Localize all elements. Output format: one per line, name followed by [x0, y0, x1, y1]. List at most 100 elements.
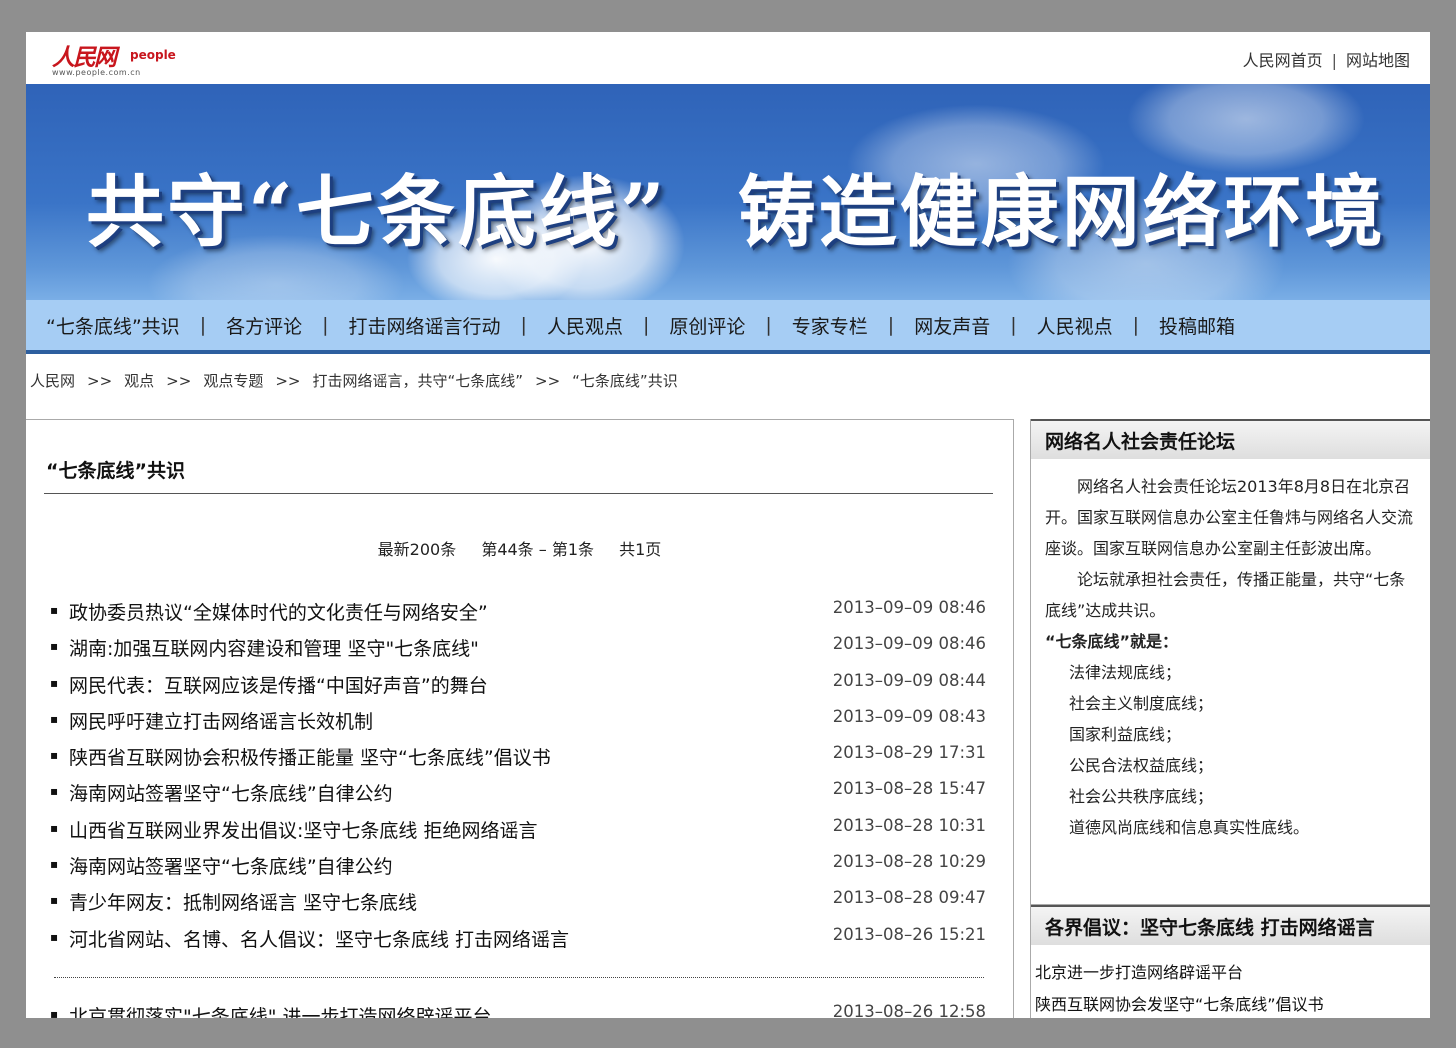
list-item: ▪ 网民呼吁建立打击网络谣言长效机制 2013–09–09 08:43	[50, 707, 986, 743]
breadcrumb-separator: >>	[166, 372, 192, 390]
breadcrumb-item[interactable]: 观点专题	[203, 372, 263, 390]
article-date: 2013–08–26 12:58	[832, 1002, 986, 1018]
article-link[interactable]: 北京贯彻落实"七条底线" 进一步打造网络辟谣平台	[69, 1002, 492, 1018]
nav-separator: |	[199, 314, 207, 336]
bullet-icon: ▪	[50, 929, 59, 944]
bullet-icon: ▪	[50, 639, 59, 654]
article-date: 2013–09–09 08:46	[832, 634, 986, 654]
nav-item-submit[interactable]: 投稿邮箱	[1159, 312, 1235, 339]
article-date: 2013–08–28 09:47	[832, 888, 986, 908]
logo-people-text: people	[130, 48, 176, 62]
forum-box-header: 网络名人社会责任论坛	[1031, 419, 1430, 459]
article-link[interactable]: 海南网站签署坚守“七条底线”自律公约	[69, 852, 393, 879]
article-link[interactable]: 湖南:加强互联网内容建设和管理 坚守"七条底线"	[69, 634, 479, 661]
nav-separator: |	[322, 314, 329, 336]
nav-item-consensus[interactable]: “七条底线”共识	[46, 312, 180, 339]
nav-item-comments[interactable]: 各方评论	[226, 312, 302, 339]
dotted-divider	[54, 977, 984, 978]
breadcrumb-item[interactable]: 观点	[124, 372, 154, 390]
sidebar: 网络名人社会责任论坛 网络名人社会责任论坛2013年8月8日在北京召开。国家互联…	[1030, 419, 1430, 1018]
nav-separator: |	[887, 314, 895, 336]
article-link[interactable]: 政协委员热议“全媒体时代的文化责任与网络安全”	[69, 598, 488, 625]
article-date: 2013–09–09 08:43	[832, 706, 986, 726]
list-item: ▪ 陕西省互联网协会积极传播正能量 坚守“七条底线”倡议书 2013–08–29 1…	[50, 743, 986, 779]
banner-headline: 共守“七条底线” 铸造健康网络环境	[86, 150, 1386, 262]
bullet-icon: ▪	[50, 820, 59, 835]
bottom-lines-label: “七条底线”就是：	[1045, 632, 1179, 651]
article-date: 2013–09–09 08:44	[832, 670, 986, 690]
top-links: 人民网首页 | 网站地图	[1243, 47, 1410, 71]
forum-paragraph: 论坛就承担社会责任，传播正能量，共守“七条底线”达成共识。	[1045, 570, 1406, 620]
breadcrumb-current[interactable]: “七条底线”共识	[572, 372, 678, 390]
banner-headline-part2: 铸造健康网络环境	[737, 167, 1386, 258]
logo-wordmark: 人民网	[52, 44, 117, 71]
list-item: ▪ 海南网站签署坚守“七条底线”自律公约 2013–08–28 15:47	[50, 779, 986, 815]
nav-item-people-perspective[interactable]: 人民视点	[1037, 312, 1113, 339]
breadcrumb-separator: >>	[535, 372, 561, 390]
article-link[interactable]: 陕西省互联网协会积极传播正能量 坚守“七条底线”倡议书	[69, 743, 551, 770]
initiative-box-header: 各界倡议：坚守七条底线 打击网络谣言	[1031, 905, 1430, 945]
article-date: 2013–08–28 10:31	[832, 815, 986, 835]
bullet-icon: ▪	[50, 1007, 59, 1018]
article-date: 2013–08–29 17:31	[832, 743, 986, 763]
bottom-line-item: 社会主义制度底线；	[1069, 694, 1214, 713]
breadcrumb-item[interactable]: 人民网	[30, 372, 75, 390]
bullet-icon: ▪	[50, 748, 59, 763]
bottom-line-item: 法律法规底线；	[1069, 663, 1182, 682]
breadcrumb: 人民网 >> 观点 >> 观点专题 >> 打击网络谣言，共守“七条底线” >> “七条底线”共识	[30, 370, 678, 391]
bottom-line-item: 社会公共秩序底线；	[1069, 787, 1214, 806]
initiative-link[interactable]: 北京进一步打造网络辟谣平台	[1035, 957, 1324, 989]
list-item: ▪ 海南网站签署坚守“七条底线”自律公约 2013–08–28 10:29	[50, 852, 986, 888]
banner: 共守“七条底线” 铸造健康网络环境	[26, 84, 1430, 300]
nav-item-original[interactable]: 原创评论	[669, 312, 745, 339]
article-link[interactable]: 海南网站签署坚守“七条底线”自律公约	[69, 779, 393, 806]
list-item: ▪ 山西省互联网业界发出倡议:坚守七条底线 拒绝网络谣言 2013–08–28 10…	[50, 816, 986, 852]
list-item: ▪ 湖南:加强互联网内容建设和管理 坚守"七条底线" 2013–09–09 08:4…	[50, 634, 986, 670]
pager: 最新200条 第44条 – 第1条 共1页	[26, 536, 1013, 560]
article-list: ▪ 政协委员热议“全媒体时代的文化责任与网络安全” 2013–09–09 08:46…	[50, 598, 986, 961]
list-item: ▪ 网民代表：互联网应该是传播“中国好声音”的舞台 2013–09–09 08:44	[50, 671, 986, 707]
nav-separator: |	[1010, 314, 1017, 336]
initiative-links: 北京进一步打造网络辟谣平台 陕西互联网协会发坚守“七条底线”倡议书	[1035, 957, 1324, 1018]
bullet-icon: ▪	[50, 893, 59, 908]
people-logo[interactable]: 人民网 people www.people.com.cn	[52, 38, 192, 78]
bottom-line-item: 道德风尚底线和信息真实性底线。	[1069, 818, 1310, 837]
nav-separator: |	[765, 314, 772, 336]
bullet-icon: ▪	[50, 711, 59, 726]
initiative-link[interactable]: 陕西互联网协会发坚守“七条底线”倡议书	[1035, 989, 1324, 1018]
article-date: 2013–08–26 15:21	[832, 924, 986, 944]
bullet-icon: ▪	[50, 675, 59, 690]
bottom-line-item: 国家利益底线；	[1069, 725, 1182, 744]
bullet-icon: ▪	[50, 857, 59, 872]
article-list-2: ▪ 北京贯彻落实"七条底线" 进一步打造网络辟谣平台 2013–08–26 12:5…	[50, 1002, 986, 1018]
forum-box-title: 网络名人社会责任论坛	[1045, 431, 1236, 453]
section-title: “七条底线”共识	[46, 460, 185, 482]
pager-total: 共1页	[619, 540, 662, 559]
breadcrumb-separator: >>	[275, 372, 301, 390]
nav-separator: |	[520, 314, 527, 336]
nav-separator: |	[642, 314, 650, 336]
nav-item-experts[interactable]: 专家专栏	[792, 312, 868, 339]
breadcrumb-item[interactable]: 打击网络谣言，共守“七条底线”	[312, 372, 523, 390]
article-date: 2013–08–28 15:47	[832, 779, 986, 799]
article-link[interactable]: 山西省互联网业界发出倡议:坚守七条底线 拒绝网络谣言	[69, 816, 537, 843]
pager-latest[interactable]: 最新200条	[378, 540, 457, 559]
list-item: ▪ 河北省网站、名博、名人倡议：坚守七条底线 打击网络谣言 2013–08–26 1…	[50, 925, 986, 961]
main-nav: “七条底线”共识 | 各方评论 | 打击网络谣言行动 | 人民观点 | 原创评论 | 专家…	[26, 300, 1430, 354]
banner-headline-part1: 共守“七条底线”	[86, 167, 668, 258]
link-sitemap[interactable]: 网站地图	[1346, 51, 1410, 70]
article-list-panel: “七条底线”共识 最新200条 第44条 – 第1条 共1页 ▪ 政协委员热议“全…	[26, 419, 1014, 1018]
list-item: ▪ 北京贯彻落实"七条底线" 进一步打造网络辟谣平台 2013–08–26 12:5…	[50, 1002, 986, 1018]
link-home[interactable]: 人民网首页	[1243, 51, 1323, 70]
link-separator: |	[1331, 51, 1337, 70]
nav-item-people-view[interactable]: 人民观点	[547, 312, 623, 339]
list-item: ▪ 政协委员热议“全媒体时代的文化责任与网络安全” 2013–09–09 08:46	[50, 598, 986, 634]
article-link[interactable]: 网民代表：互联网应该是传播“中国好声音”的舞台	[69, 671, 488, 698]
article-link[interactable]: 河北省网站、名博、名人倡议：坚守七条底线 打击网络谣言	[69, 925, 569, 952]
article-link[interactable]: 青少年网友：抵制网络谣言 坚守七条底线	[69, 888, 417, 915]
article-link[interactable]: 网民呼吁建立打击网络谣言长效机制	[69, 707, 373, 734]
breadcrumb-separator: >>	[87, 372, 113, 390]
nav-item-anti-rumor[interactable]: 打击网络谣言行动	[349, 312, 501, 339]
logo-url: www.people.com.cn	[52, 68, 141, 77]
nav-item-netizens[interactable]: 网友声音	[914, 312, 990, 339]
